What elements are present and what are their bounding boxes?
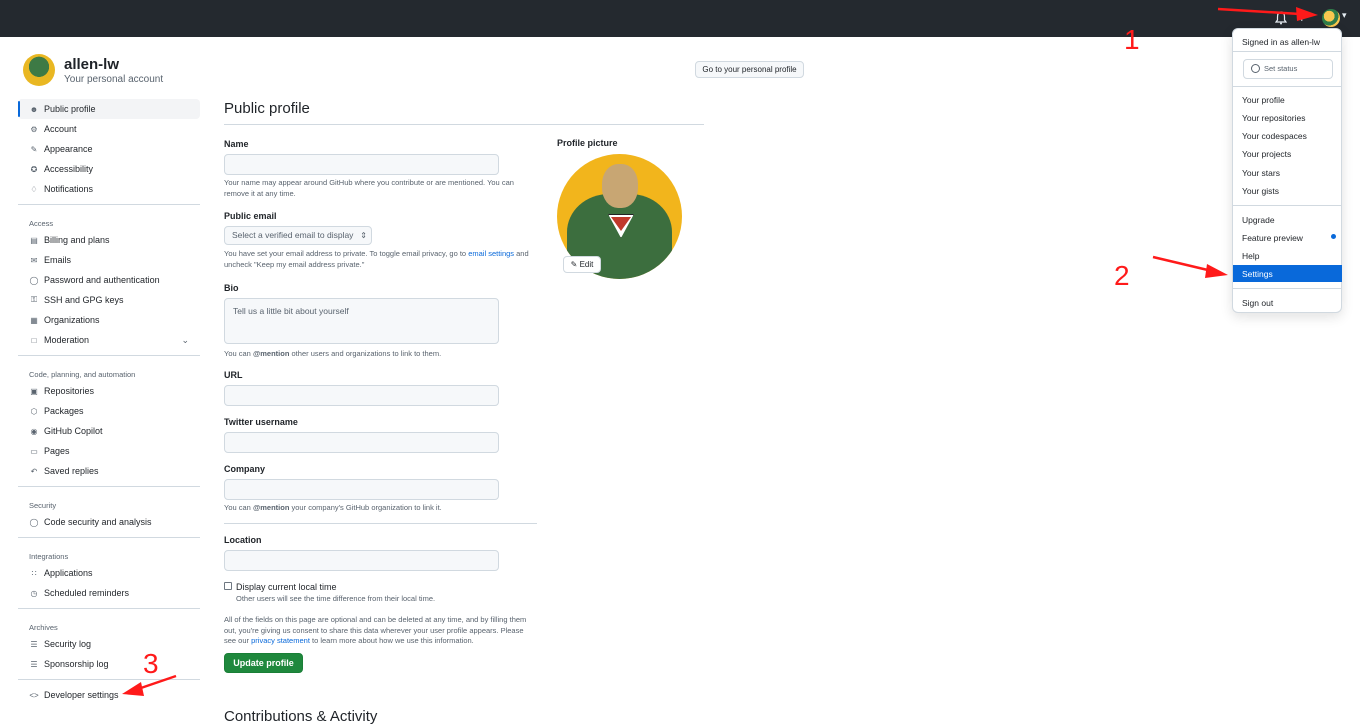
- annotation-arrow-2: [1152, 255, 1213, 273]
- annotation-arrow-1: [1217, 7, 1301, 16]
- annotation-arrows: [122, 7, 1318, 696]
- annotation-arrowhead-3: [122, 682, 144, 696]
- annotation-arrow-3: [137, 674, 177, 691]
- annotation-arrowhead-1: [1296, 7, 1318, 21]
- annotation-arrowhead-2: [1205, 264, 1228, 278]
